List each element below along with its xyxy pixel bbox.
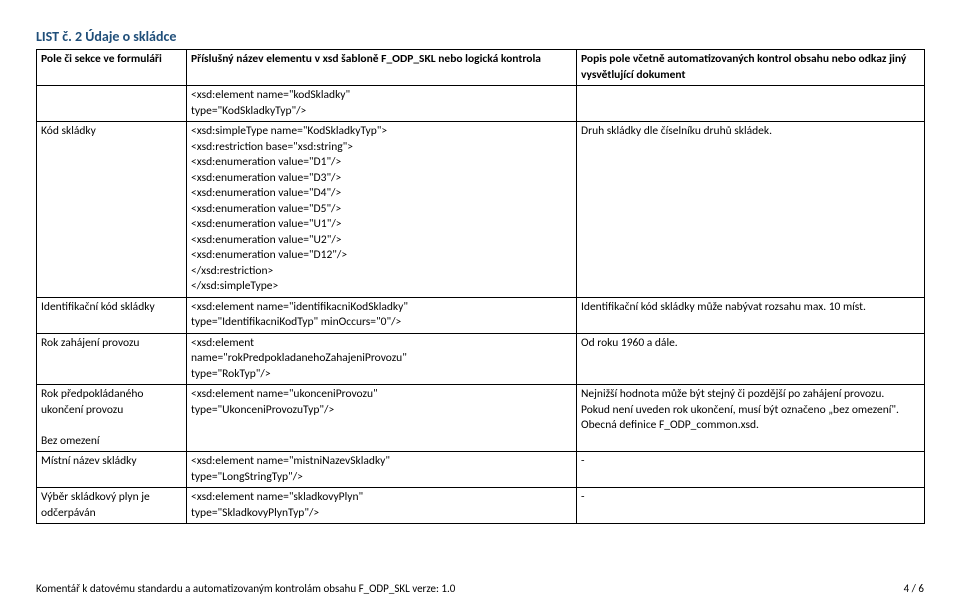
col-header-element: Příslušný název elementu v xsd šabloně F… bbox=[187, 50, 577, 86]
cell-element: <xsd:element name="mistniNazevSkladky" t… bbox=[187, 452, 577, 488]
page-footer: Komentář k datovému standardu a automati… bbox=[36, 582, 924, 595]
table-header-row: Pole či sekce ve formuláři Příslušný náz… bbox=[37, 50, 925, 86]
cell-description: Nejnižší hodnota může být stejný či pozd… bbox=[577, 385, 925, 452]
cell-element: <xsd:element name="ukonceniProvozu" type… bbox=[187, 385, 577, 452]
cell-field: Rok zahájení provozu bbox=[37, 333, 187, 385]
cell-field: Výběr skládkový plyn je odčerpáván bbox=[37, 488, 187, 524]
data-table: Pole či sekce ve formuláři Příslušný náz… bbox=[36, 49, 925, 524]
table-row: Rok předpokládaného ukončení provozu Bez… bbox=[37, 385, 925, 452]
cell-field: Místní název skládky bbox=[37, 452, 187, 488]
cell-description: Identifikační kód skládky může nabývat r… bbox=[577, 297, 925, 333]
cell-element: <xsd:element name="kodSkladky" type="Kod… bbox=[187, 86, 577, 122]
section-heading: LIST č. 2 Údaje o skládce bbox=[36, 28, 924, 45]
cell-description: - bbox=[577, 488, 925, 524]
table-row: Výběr skládkový plyn je odčerpáván <xsd:… bbox=[37, 488, 925, 524]
table-row: Identifikační kód skládky <xsd:element n… bbox=[37, 297, 925, 333]
table-row: <xsd:element name="kodSkladky" type="Kod… bbox=[37, 86, 925, 122]
cell-field: Rok předpokládaného ukončení provozu Bez… bbox=[37, 385, 187, 452]
cell-field bbox=[37, 86, 187, 122]
cell-description: Druh skládky dle číselníku druhů skládek… bbox=[577, 122, 925, 298]
col-header-field: Pole či sekce ve formuláři bbox=[37, 50, 187, 86]
cell-element: <xsd:element name="identifikacniKodSklad… bbox=[187, 297, 577, 333]
document-page: LIST č. 2 Údaje o skládce Pole či sekce … bbox=[0, 0, 960, 607]
cell-field: Kód skládky bbox=[37, 122, 187, 298]
page-number: 4 / 6 bbox=[904, 582, 924, 595]
cell-field: Identifikační kód skládky bbox=[37, 297, 187, 333]
cell-description: - bbox=[577, 452, 925, 488]
cell-description: Od roku 1960 a dále. bbox=[577, 333, 925, 385]
footer-text: Komentář k datovému standardu a automati… bbox=[36, 582, 455, 595]
table-row: Rok zahájení provozu <xsd:element name="… bbox=[37, 333, 925, 385]
table-row: Místní název skládky <xsd:element name="… bbox=[37, 452, 925, 488]
col-header-description: Popis pole včetně automatizovaných kontr… bbox=[577, 50, 925, 86]
table-row: Kód skládky <xsd:simpleType name="KodSkl… bbox=[37, 122, 925, 298]
cell-element: <xsd:element name="skladkovyPlyn" type="… bbox=[187, 488, 577, 524]
cell-element: <xsd:simpleType name="KodSkladkyTyp"> <x… bbox=[187, 122, 577, 298]
cell-description bbox=[577, 86, 925, 122]
cell-element: <xsd:element name="rokPredpokladanehoZah… bbox=[187, 333, 577, 385]
